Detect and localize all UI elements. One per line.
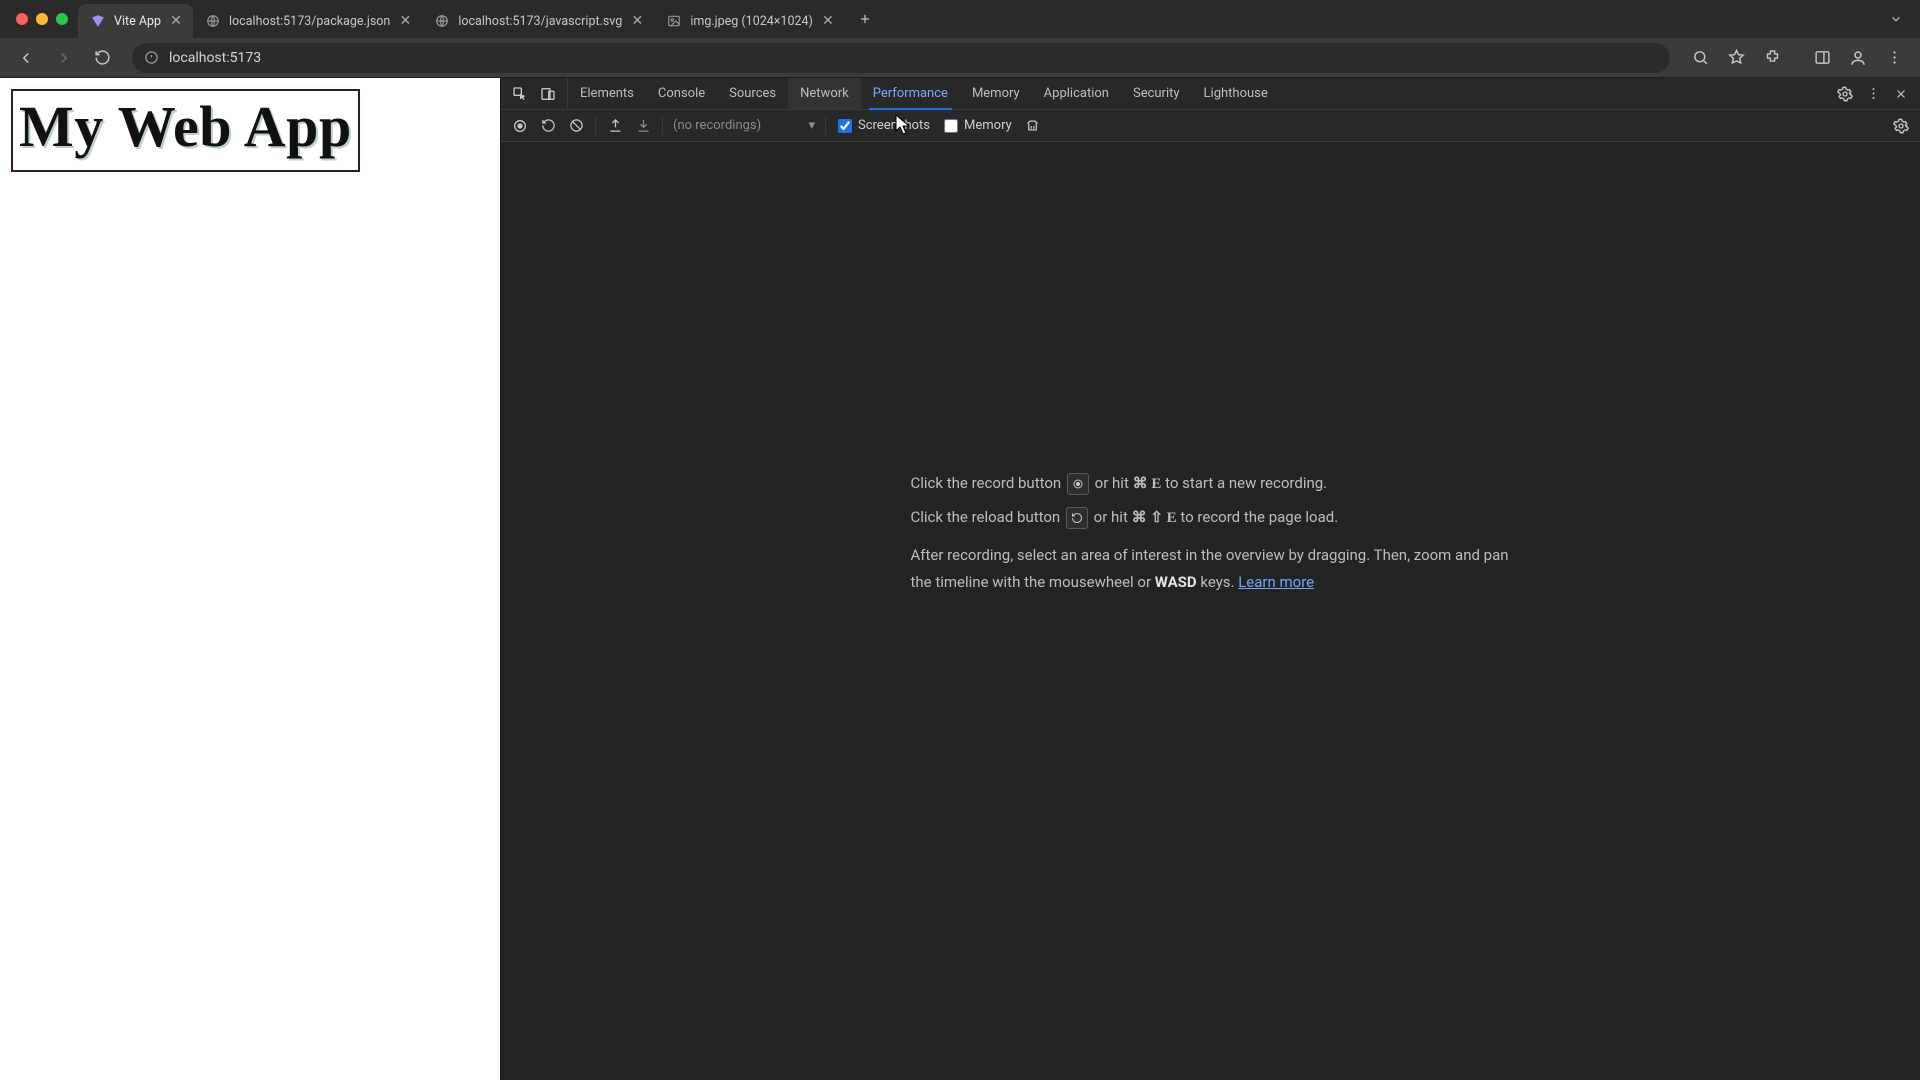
window-controls xyxy=(10,13,78,25)
globe-icon xyxy=(205,13,221,29)
learn-more-link[interactable]: Learn more xyxy=(1238,573,1314,591)
upload-button[interactable] xyxy=(602,113,628,139)
extensions-icon[interactable] xyxy=(1756,42,1788,74)
performance-body: Click the record button or hit ⌘ E to st… xyxy=(501,142,1920,1080)
garbage-collect-icon[interactable] xyxy=(1020,113,1046,139)
profile-icon[interactable] xyxy=(1842,42,1874,74)
browser-tab-2[interactable]: localhost:5173/javascript.svg ✕ xyxy=(422,4,654,38)
memory-checkbox[interactable]: Memory xyxy=(938,118,1018,133)
inspect-element-icon[interactable] xyxy=(507,81,533,107)
record-button[interactable] xyxy=(507,113,533,139)
image-icon xyxy=(666,13,682,29)
empty-line3-b: keys. xyxy=(1200,573,1238,591)
bookmark-icon[interactable] xyxy=(1720,42,1752,74)
devtools-close-icon[interactable] xyxy=(1888,81,1914,107)
download-button[interactable] xyxy=(630,113,656,139)
tab-close-icon[interactable]: ✕ xyxy=(630,14,644,28)
tab-title: img.jpeg (1024×1024) xyxy=(690,14,813,29)
main-content: My Web App ElementsConsoleSourcesNetwork… xyxy=(0,78,1920,1080)
empty-line1-c: to start a new recording. xyxy=(1165,474,1327,492)
device-toolbar-icon[interactable] xyxy=(535,81,561,107)
devtools-tab-console[interactable]: Console xyxy=(646,78,717,109)
empty-line2-b: or hit xyxy=(1094,508,1132,526)
empty-line2-a: Click the reload button xyxy=(911,508,1064,526)
devtools-tab-lighthouse[interactable]: Lighthouse xyxy=(1192,78,1280,109)
globe-icon xyxy=(434,13,450,29)
memory-checkbox-input[interactable] xyxy=(944,119,958,133)
maximize-window-button[interactable] xyxy=(56,13,68,25)
empty-line3-wasd: WASD xyxy=(1155,573,1197,591)
rendered-page: My Web App xyxy=(0,78,500,1080)
tab-title: Vite App xyxy=(114,14,161,29)
capture-settings-icon[interactable] xyxy=(1888,113,1914,139)
forward-button[interactable] xyxy=(48,42,80,74)
devtools-tab-sources[interactable]: Sources xyxy=(717,78,788,109)
menu-icon[interactable] xyxy=(1878,42,1910,74)
devtools-tab-memory[interactable]: Memory xyxy=(960,78,1032,109)
zoom-icon[interactable] xyxy=(1684,42,1716,74)
screenshots-label: Screenshots xyxy=(858,118,930,133)
tab-title: localhost:5173/package.json xyxy=(229,14,390,29)
performance-toolbar: (no recordings) ▾ Screenshots Memory xyxy=(501,110,1920,142)
reload-record-button[interactable] xyxy=(535,113,561,139)
devtools-tab-elements[interactable]: Elements xyxy=(568,78,646,109)
browser-toolbar: localhost:5173 xyxy=(0,38,1920,78)
tab-close-icon[interactable]: ✕ xyxy=(398,14,412,28)
address-bar[interactable]: localhost:5173 xyxy=(132,43,1670,73)
browser-tab-3[interactable]: img.jpeg (1024×1024) ✕ xyxy=(654,4,845,38)
devtools: ElementsConsoleSourcesNetworkPerformance… xyxy=(500,78,1920,1080)
back-button[interactable] xyxy=(10,42,42,74)
tab-title: localhost:5173/javascript.svg xyxy=(458,14,622,29)
memory-label: Memory xyxy=(964,118,1012,133)
new-tab-button[interactable] xyxy=(851,5,879,33)
devtools-tab-network[interactable]: Network xyxy=(788,78,861,109)
reload-button[interactable] xyxy=(86,42,118,74)
browser-tabstrip: Vite App ✕ localhost:5173/package.json ✕… xyxy=(0,0,1920,38)
url-text: localhost:5173 xyxy=(169,50,261,66)
devtools-tab-security[interactable]: Security xyxy=(1121,78,1192,109)
browser-tab-1[interactable]: localhost:5173/package.json ✕ xyxy=(193,4,422,38)
tabs-dropdown-button[interactable] xyxy=(1884,7,1908,31)
devtools-settings-icon[interactable] xyxy=(1832,81,1858,107)
tab-close-icon[interactable]: ✕ xyxy=(169,14,183,28)
empty-line1-b: or hit xyxy=(1095,474,1133,492)
recordings-select-value: (no recordings) xyxy=(673,118,761,133)
close-window-button[interactable] xyxy=(16,13,28,25)
performance-empty-state: Click the record button or hit ⌘ E to st… xyxy=(911,470,1511,602)
record-icon xyxy=(1067,473,1089,495)
screenshots-checkbox[interactable]: Screenshots xyxy=(832,118,936,133)
vite-favicon-icon xyxy=(90,13,106,29)
site-info-icon[interactable] xyxy=(144,50,159,65)
browser-tabs: Vite App ✕ localhost:5173/package.json ✕… xyxy=(78,0,845,38)
devtools-tab-application[interactable]: Application xyxy=(1032,78,1121,109)
page-heading: My Web App xyxy=(19,93,352,160)
minimize-window-button[interactable] xyxy=(36,13,48,25)
screenshots-checkbox-input[interactable] xyxy=(838,119,852,133)
devtools-tab-performance[interactable]: Performance xyxy=(861,78,960,109)
empty-line2-keys: ⌘ ⇧ E xyxy=(1132,510,1177,526)
empty-line1-keys: ⌘ E xyxy=(1133,476,1162,492)
page-heading-box: My Web App xyxy=(11,89,360,172)
devtools-menu-icon[interactable] xyxy=(1860,81,1886,107)
side-panel-icon[interactable] xyxy=(1806,42,1838,74)
empty-line2-c: to record the page load. xyxy=(1180,508,1338,526)
tab-close-icon[interactable]: ✕ xyxy=(821,14,835,28)
reload-icon xyxy=(1066,507,1088,529)
empty-line1-a: Click the record button xyxy=(911,474,1065,492)
recordings-select[interactable]: (no recordings) ▾ xyxy=(669,118,819,133)
devtools-panel-tabs: ElementsConsoleSourcesNetworkPerformance… xyxy=(501,78,1920,110)
clear-button[interactable] xyxy=(563,113,589,139)
chevron-down-icon: ▾ xyxy=(808,118,815,133)
browser-tab-0[interactable]: Vite App ✕ xyxy=(78,4,193,38)
